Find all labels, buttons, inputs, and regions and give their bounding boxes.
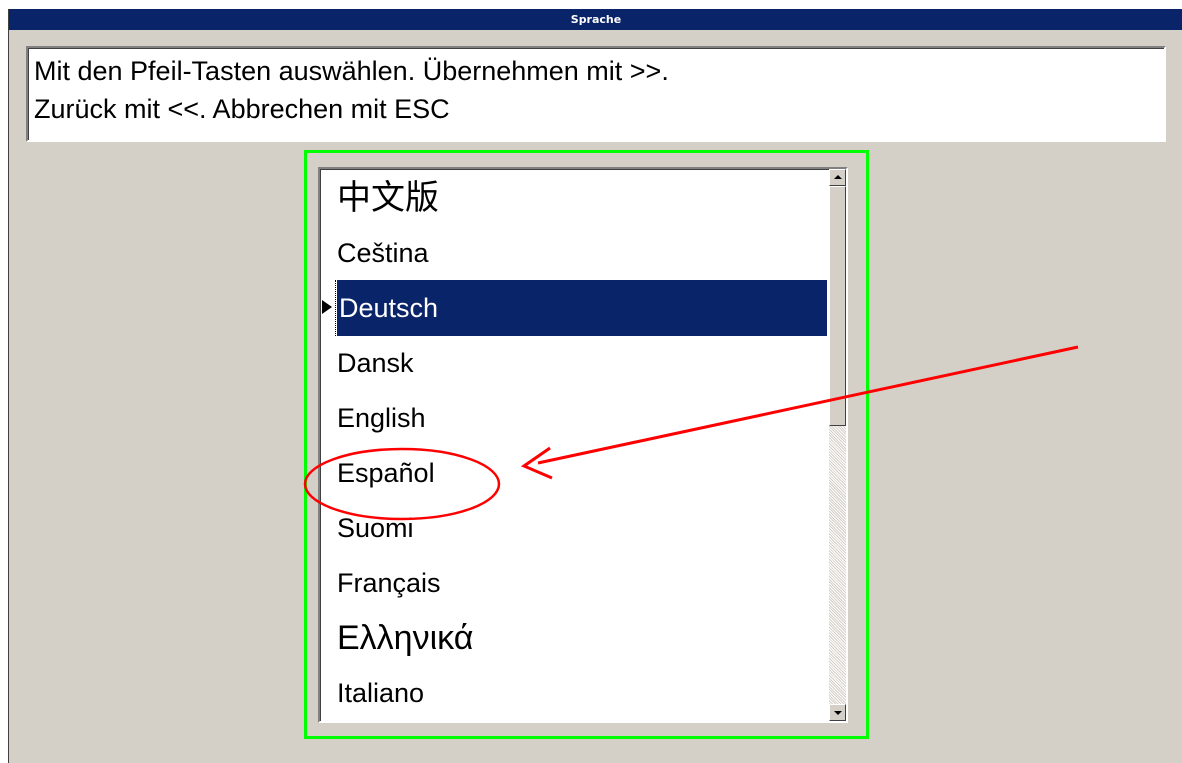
list-item-label: English (337, 403, 426, 433)
list-item-italian[interactable]: Italiano (321, 665, 827, 721)
list-item-finnish[interactable]: Suomi (321, 500, 827, 556)
list-item-english[interactable]: English (321, 390, 827, 446)
instructions-box: Mit den Pfeil-Tasten auswählen. Übernehm… (26, 46, 1166, 142)
list-item-french[interactable]: Français (321, 555, 827, 611)
list-item-danish[interactable]: Dansk (321, 335, 827, 391)
list-item-label: Español (337, 458, 435, 488)
vertical-scrollbar[interactable] (829, 169, 846, 721)
list-item-label: Dansk (337, 348, 414, 378)
list-item-label: Deutsch (337, 280, 827, 336)
arrow-up-icon (834, 175, 842, 179)
row-marker-cell (321, 280, 336, 336)
scrollbar-thumb[interactable] (829, 186, 846, 426)
list-item-label: Français (337, 568, 441, 598)
language-list[interactable]: 中文版 Ceština Deutsch Dansk English Españo… (318, 167, 848, 723)
list-item-label: 中文版 (337, 179, 439, 217)
list-item-german[interactable]: Deutsch (321, 280, 827, 336)
scroll-down-button[interactable] (829, 704, 846, 721)
list-item-greek[interactable]: Ελληνικά (321, 610, 827, 666)
triangle-right-icon (322, 300, 332, 314)
list-item-spanish[interactable]: Español (321, 445, 827, 501)
window-title: Sprache (9, 9, 1182, 30)
instructions-line-1: Mit den Pfeil-Tasten auswählen. Übernehm… (34, 56, 669, 86)
arrow-down-icon (834, 711, 842, 715)
language-list-focus-frame: 中文版 Ceština Deutsch Dansk English Españo… (304, 150, 869, 739)
list-item-chinese[interactable]: 中文版 (321, 170, 827, 226)
list-item-label: Italiano (337, 678, 425, 708)
language-list-body: 中文版 Ceština Deutsch Dansk English Españo… (321, 170, 827, 720)
list-item-czech[interactable]: Ceština (321, 225, 827, 281)
list-item-label: Ceština (337, 238, 429, 268)
list-item-label: Ελληνικά (337, 619, 474, 657)
instructions-line-2: Zurück mit <<. Abbrechen mit ESC (34, 94, 450, 124)
scroll-up-button[interactable] (829, 169, 846, 186)
list-item-label: Suomi (337, 513, 414, 543)
